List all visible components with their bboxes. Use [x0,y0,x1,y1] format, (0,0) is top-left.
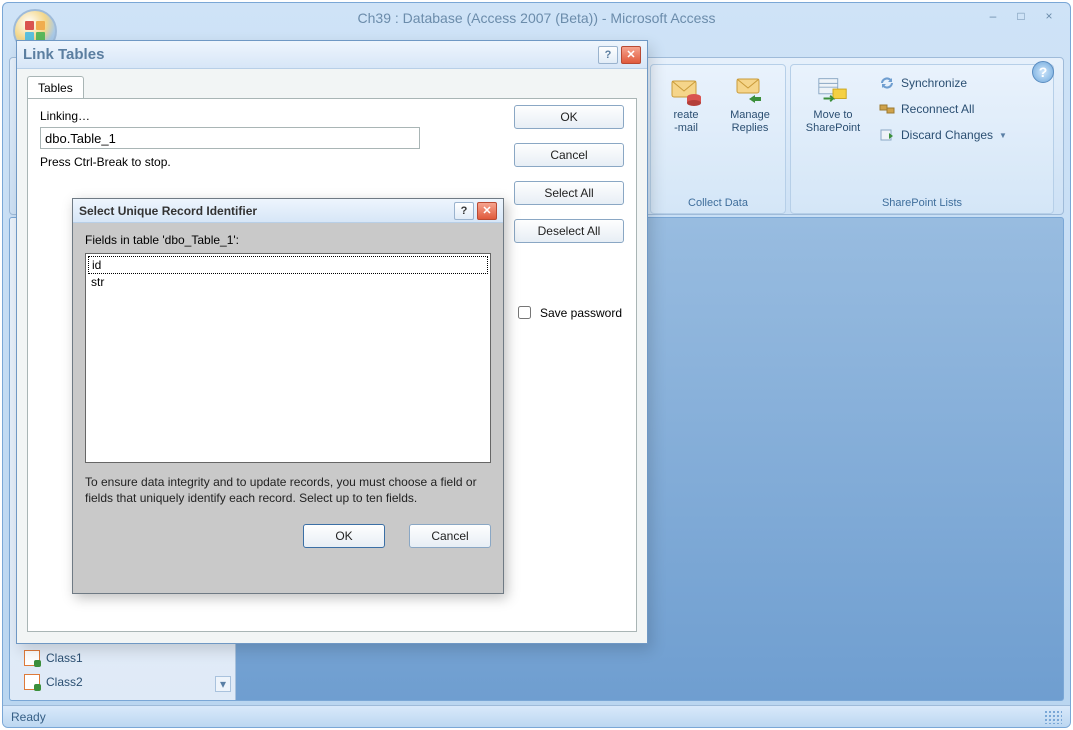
dialog-help-button[interactable]: ? [598,46,618,64]
dialog-instruction: To ensure data integrity and to update r… [85,475,491,506]
dialog-titlebar[interactable]: Select Unique Record Identifier ? ✕ [73,199,503,223]
table-icon [24,650,40,666]
field-row[interactable]: str [88,274,488,290]
save-password-input[interactable] [518,306,531,319]
select-unique-record-identifier-dialog: Select Unique Record Identifier ? ✕ Fiel… [72,198,504,594]
tab-tables[interactable]: Tables [27,76,84,99]
big-button-label: reate -mail [673,109,698,134]
dialog-help-button[interactable]: ? [454,202,474,220]
select-all-button[interactable]: Select All [514,181,624,205]
manage-replies-button[interactable]: Manage Replies [721,69,779,134]
fields-listbox[interactable]: id str [85,253,491,463]
nav-item-label: Class2 [46,675,83,689]
resize-grip-icon[interactable] [1044,710,1062,724]
small-button-label: Synchronize [901,76,967,90]
restore-button[interactable]: □ [1008,7,1034,25]
status-text: Ready [11,710,46,724]
nav-item[interactable]: Class1 [16,646,229,670]
envelope-database-icon [669,73,703,107]
cancel-button[interactable]: Cancel [514,143,624,167]
move-to-sharepoint-button[interactable]: Move to SharePoint [797,69,869,134]
dialog-titlebar[interactable]: Link Tables ? ✕ [17,41,647,69]
small-button-label: Reconnect All [901,102,974,116]
dialog-title: Select Unique Record Identifier [79,204,257,218]
ok-button[interactable]: OK [303,524,385,548]
ribbon-group-label: Collect Data [657,195,779,211]
nav-scroll-down-button[interactable]: ▾ [215,676,231,692]
big-button-label: Move to SharePoint [806,109,860,134]
ribbon-group-label: SharePoint Lists [797,195,1047,211]
save-password-label: Save password [540,306,622,320]
status-bar: Ready [3,705,1070,727]
cancel-button[interactable]: Cancel [409,524,491,548]
synchronize-button[interactable]: Synchronize [875,73,1011,93]
help-button[interactable]: ? [1032,61,1054,83]
reconnect-icon [879,101,895,117]
linking-table-field[interactable] [40,127,420,149]
envelope-reply-icon [733,73,767,107]
ribbon-group-sharepoint-lists: Move to SharePoint Synchronize [790,64,1054,214]
nav-item[interactable]: Class2 [16,670,229,694]
nav-item-label: Class1 [46,651,83,665]
dialog-title: Link Tables [23,46,104,63]
reconnect-all-button[interactable]: Reconnect All [875,99,1011,119]
chevron-down-icon: ▼ [999,131,1007,140]
close-button[interactable]: × [1036,7,1062,25]
discard-changes-button[interactable]: Discard Changes ▼ [875,125,1011,145]
discard-icon [879,127,895,143]
app-titlebar[interactable]: Ch39 : Database (Access 2007 (Beta)) - M… [3,3,1070,33]
field-row[interactable]: id [88,256,488,274]
sharepoint-move-icon [816,73,850,107]
big-button-label: Manage Replies [730,109,770,134]
minimize-button[interactable]: – [980,7,1006,25]
deselect-all-button[interactable]: Deselect All [514,219,624,243]
table-icon [24,674,40,690]
create-email-button[interactable]: reate -mail [657,69,715,134]
ribbon-group-collect-data: reate -mail Manage Replies [650,64,786,214]
ok-button[interactable]: OK [514,105,624,129]
save-password-checkbox[interactable]: Save password [514,303,622,322]
fields-label: Fields in table 'dbo_Table_1': [85,233,491,247]
small-button-label: Discard Changes [901,128,993,142]
app-title: Ch39 : Database (Access 2007 (Beta)) - M… [3,10,1070,26]
sync-icon [879,75,895,91]
dialog-close-button[interactable]: ✕ [621,46,641,64]
dialog-close-button[interactable]: ✕ [477,202,497,220]
